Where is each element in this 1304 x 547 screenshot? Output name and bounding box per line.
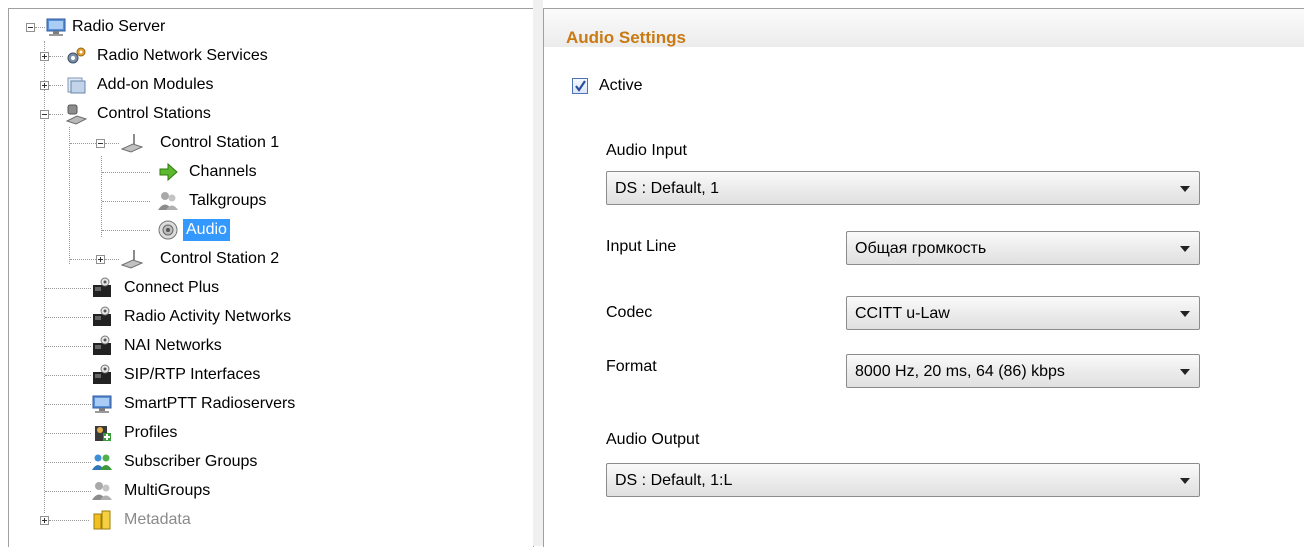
tree-item-profiles[interactable]: Profiles (9, 419, 533, 448)
tree-item-control-station-1[interactable]: Control Station 1 (9, 129, 533, 158)
audio-input-value: DS : Default, 1 (615, 180, 720, 197)
audio-input-dropdown[interactable]: DS : Default, 1 (606, 171, 1200, 205)
codec-value: CCITT u-Law (855, 305, 950, 322)
audio-output-value: DS : Default, 1:L (615, 472, 733, 489)
computer-icon (92, 395, 112, 413)
tree-item-nai-networks[interactable]: NAI Networks (9, 332, 533, 361)
radio-network-icon (93, 306, 111, 326)
input-line-dropdown[interactable]: Общая громкость (846, 231, 1200, 265)
format-value: 8000 Hz, 20 ms, 64 (86) kbps (855, 363, 1065, 380)
tree-item-label: Add-on Modules (97, 76, 214, 93)
tree-item-talkgroups[interactable]: Talkgroups (9, 187, 533, 216)
input-line-label: Input Line (606, 238, 677, 255)
tree-item-metadata[interactable]: Metadata (9, 506, 533, 535)
channels-arrow-icon (159, 162, 178, 182)
audio-output-label: Audio Output (606, 431, 700, 448)
tree-item-control-station-2[interactable]: Control Station 2 (9, 245, 533, 274)
collapse-icon[interactable] (40, 110, 49, 119)
tree-item-label: MultiGroups (124, 482, 211, 499)
tree-item-subscriber-groups[interactable]: Subscriber Groups (9, 448, 533, 477)
navigation-tree: Radio Server Radio Network Services Add-… (8, 8, 534, 547)
tree-item-radio-server[interactable]: Radio Server (9, 13, 533, 42)
input-line-value: Общая громкость (855, 240, 987, 257)
checkmark-icon (575, 80, 586, 92)
expand-icon[interactable] (40, 516, 49, 525)
metadata-icon (93, 510, 111, 530)
chevron-down-icon (1180, 311, 1190, 317)
chevron-down-icon (1180, 186, 1190, 192)
tree-item-label: Profiles (124, 424, 178, 441)
tree-item-connect-plus[interactable]: Connect Plus (9, 274, 533, 303)
splitter[interactable] (533, 0, 543, 546)
tree-item-control-stations[interactable]: Control Stations (9, 100, 533, 129)
tree-item-multigroups[interactable]: MultiGroups (9, 477, 533, 506)
tree-item-label: Talkgroups (189, 192, 267, 209)
add-on-modules-icon (67, 77, 86, 94)
talkgroups-icon (158, 192, 178, 210)
tree-item-label: Control Station 2 (160, 250, 280, 267)
tree-item-sip-rtp-interfaces[interactable]: SIP/RTP Interfaces (9, 361, 533, 390)
expand-icon[interactable] (40, 52, 49, 61)
tree-item-label: SIP/RTP Interfaces (124, 366, 261, 383)
tree-item-label: Channels (189, 163, 257, 180)
collapse-icon[interactable] (26, 23, 35, 32)
tree-item-label: Connect Plus (124, 279, 220, 296)
control-station-icon (121, 250, 143, 269)
section-title: Audio Settings (566, 28, 686, 47)
server-icon (46, 18, 66, 36)
codec-label: Codec (606, 304, 653, 321)
expand-icon[interactable] (40, 81, 49, 90)
format-label: Format (606, 358, 657, 375)
expand-icon[interactable] (96, 255, 105, 264)
chevron-down-icon (1180, 246, 1190, 252)
profiles-icon (95, 426, 111, 441)
section-header: Audio Settings (544, 9, 1304, 47)
chevron-down-icon (1180, 478, 1190, 484)
radio-network-icon (93, 364, 111, 384)
radio-network-services-icon (67, 47, 86, 64)
tree-item-radio-network-services[interactable]: Radio Network Services (9, 42, 533, 71)
control-stations-icon (65, 104, 87, 125)
codec-dropdown[interactable]: CCITT u-Law (846, 296, 1200, 330)
tree-item-label: Control Station 1 (160, 134, 280, 151)
audio-settings-panel: Audio Settings Active Audio Input DS : D… (543, 8, 1304, 547)
radio-network-icon (93, 335, 111, 355)
tree-item-channels[interactable]: Channels (9, 158, 533, 187)
tree-item-audio[interactable]: Audio (9, 216, 533, 245)
active-checkbox[interactable] (572, 78, 588, 94)
tree-item-label: Radio Activity Networks (124, 308, 292, 325)
tree-item-label: Radio Server (72, 18, 166, 35)
audio-input-label: Audio Input (606, 142, 687, 159)
audio-output-dropdown[interactable]: DS : Default, 1:L (606, 463, 1200, 497)
multigroups-icon (92, 482, 112, 500)
tree-item-label: Metadata (124, 511, 191, 528)
format-dropdown[interactable]: 8000 Hz, 20 ms, 64 (86) kbps (846, 354, 1200, 388)
tree-item-smartptt-radioservers[interactable]: SmartPTT Radioservers (9, 390, 533, 419)
collapse-icon[interactable] (96, 139, 105, 148)
chevron-down-icon (1180, 369, 1190, 375)
control-station-icon (121, 134, 143, 153)
tree-item-label: NAI Networks (124, 337, 222, 354)
subscriber-groups-icon (92, 454, 112, 470)
active-label[interactable]: Active (599, 77, 643, 95)
tree-item-label: SmartPTT Radioservers (124, 395, 296, 412)
tree-item-label: Subscriber Groups (124, 453, 258, 470)
audio-speaker-icon (158, 220, 178, 240)
tree-item-add-on-modules[interactable]: Add-on Modules (9, 71, 533, 100)
tree-item-label: Control Stations (97, 105, 211, 122)
tree-item-label: Audio (183, 219, 230, 241)
tree-item-label: Radio Network Services (97, 47, 268, 64)
tree-item-radio-activity-networks[interactable]: Radio Activity Networks (9, 303, 533, 332)
radio-network-icon (93, 277, 111, 297)
